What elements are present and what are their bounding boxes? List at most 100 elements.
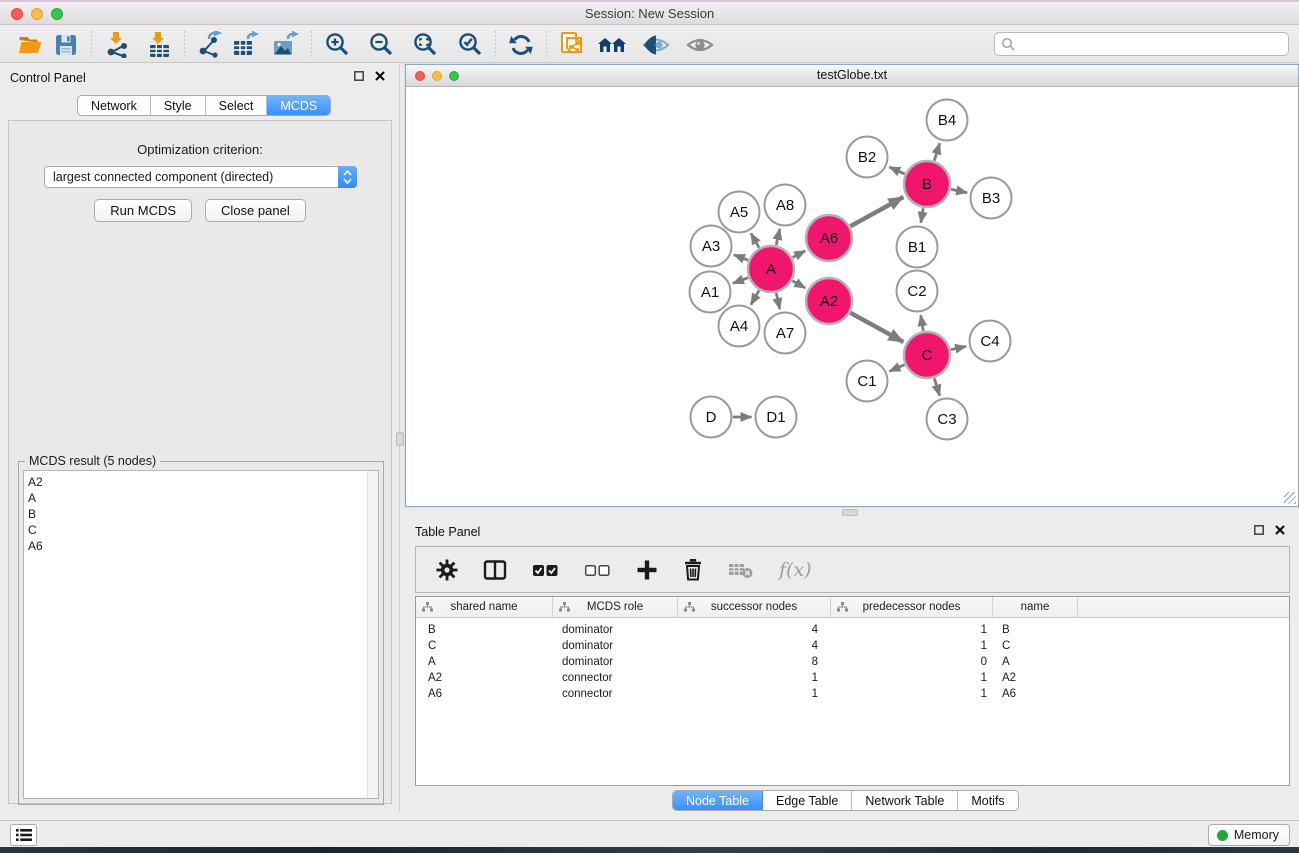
graph-edge[interactable] xyxy=(734,255,748,260)
float-panel-icon[interactable] xyxy=(1254,525,1264,535)
graph-node-D1[interactable]: D1 xyxy=(756,397,797,438)
search-input[interactable] xyxy=(1016,37,1282,51)
graph-node-C3[interactable]: C3 xyxy=(927,399,968,440)
open-session-button[interactable] xyxy=(12,29,48,61)
graph-edge[interactable] xyxy=(776,293,780,309)
table-cell[interactable]: 8 xyxy=(678,654,831,670)
graph-edge[interactable] xyxy=(792,281,805,288)
graph-edge[interactable] xyxy=(733,278,748,284)
table-cell[interactable]: A2 xyxy=(993,670,1078,686)
float-panel-icon[interactable] xyxy=(354,71,364,81)
show-all-button[interactable] xyxy=(682,29,718,61)
add-column-icon[interactable] xyxy=(636,559,658,581)
table-cell[interactable]: 4 xyxy=(678,638,831,654)
graph-node-B4[interactable]: B4 xyxy=(927,100,968,141)
column-header-predecessor-nodes[interactable]: predecessor nodes xyxy=(831,597,993,617)
table-cell[interactable]: A6 xyxy=(993,686,1078,702)
graph-node-A8[interactable]: A8 xyxy=(765,185,806,226)
graph-node-C2[interactable]: C2 xyxy=(897,271,938,312)
graph-node-C1[interactable]: C1 xyxy=(847,361,888,402)
tab-motifs[interactable]: Motifs xyxy=(958,791,1017,810)
table-cell[interactable]: A xyxy=(993,654,1078,670)
resize-grip[interactable] xyxy=(1284,492,1296,504)
vertical-split-handle[interactable] xyxy=(396,432,404,446)
import-table-button[interactable] xyxy=(141,29,177,61)
graph-edge[interactable] xyxy=(889,365,904,372)
graph-node-A1[interactable]: A1 xyxy=(690,272,731,313)
graph-edge[interactable] xyxy=(751,233,759,247)
function-builder-icon[interactable]: f(x) xyxy=(779,559,812,581)
graph-node-B3[interactable]: B3 xyxy=(971,178,1012,219)
graph-node-A5[interactable]: A5 xyxy=(719,192,760,233)
table-cell[interactable]: 1 xyxy=(831,622,993,638)
criterion-dropdown[interactable]: largest connected component (directed) xyxy=(44,166,357,188)
table-row[interactable]: Bdominator41B xyxy=(416,622,1289,638)
column-header-successor-nodes[interactable]: successor nodes xyxy=(678,597,831,617)
table-cell[interactable]: 1 xyxy=(831,686,993,702)
table-cell[interactable]: 1 xyxy=(678,670,831,686)
table-settings-gear-icon[interactable] xyxy=(436,559,458,581)
graph-edge[interactable] xyxy=(934,378,939,395)
table-cell[interactable]: dominator xyxy=(553,622,678,638)
mcds-result-list[interactable]: A2ABCA6 xyxy=(23,470,379,799)
table-row[interactable]: Cdominator41C xyxy=(416,638,1289,654)
table-cell[interactable]: 1 xyxy=(831,638,993,654)
table-cell[interactable]: 0 xyxy=(831,654,993,670)
graph-node-A[interactable]: A xyxy=(748,246,794,292)
hide-selected-button[interactable] xyxy=(638,29,674,61)
table-cell[interactable]: 4 xyxy=(678,622,831,638)
result-scrollbar[interactable] xyxy=(367,471,378,798)
graph-node-C4[interactable]: C4 xyxy=(970,321,1011,362)
table-cell[interactable]: B xyxy=(416,622,553,638)
close-panel-icon[interactable] xyxy=(1275,525,1285,535)
save-session-button[interactable] xyxy=(48,29,84,61)
first-neighbors-button[interactable] xyxy=(594,29,630,61)
graph-edge[interactable] xyxy=(951,346,966,349)
graph-node-B2[interactable]: B2 xyxy=(847,137,888,178)
graph-edge[interactable] xyxy=(921,315,923,331)
graph-edge[interactable] xyxy=(751,290,759,304)
graph-edge[interactable] xyxy=(793,251,806,258)
graph-node-C[interactable]: C xyxy=(904,332,950,378)
graph-node-A7[interactable]: A7 xyxy=(765,313,806,354)
export-network-button[interactable] xyxy=(192,29,228,61)
show-columns-icon[interactable] xyxy=(483,559,507,581)
zoom-fit-button[interactable] xyxy=(407,29,443,61)
tab-network[interactable]: Network xyxy=(78,96,151,115)
table-cell[interactable]: C xyxy=(416,638,553,654)
zoom-out-button[interactable] xyxy=(363,29,399,61)
table-cell[interactable]: 1 xyxy=(678,686,831,702)
select-all-checkboxes-icon[interactable] xyxy=(532,559,559,581)
network-window-titlebar[interactable]: testGlobe.txt xyxy=(406,65,1298,87)
graph-edge[interactable] xyxy=(889,167,904,174)
export-image-button[interactable] xyxy=(268,29,304,61)
graph-node-A4[interactable]: A4 xyxy=(719,306,760,347)
zoom-in-button[interactable] xyxy=(319,29,355,61)
tab-edge-table[interactable]: Edge Table xyxy=(763,791,852,810)
graph-edge[interactable] xyxy=(850,313,903,342)
refresh-layout-button[interactable] xyxy=(503,29,539,61)
graph-edge[interactable] xyxy=(951,189,967,193)
table-cell[interactable]: A6 xyxy=(416,686,553,702)
table-cell[interactable]: A2 xyxy=(416,670,553,686)
tab-node-table[interactable]: Node Table xyxy=(673,791,763,810)
result-list-item[interactable]: C xyxy=(24,522,378,538)
delete-table-icon[interactable] xyxy=(728,560,754,580)
result-list-item[interactable]: A xyxy=(24,490,378,506)
tab-network-table[interactable]: Network Table xyxy=(852,791,958,810)
close-panel-icon[interactable] xyxy=(375,71,385,81)
clone-network-button[interactable] xyxy=(554,29,590,61)
graph-node-A2[interactable]: A2 xyxy=(806,278,852,324)
result-list-item[interactable]: B xyxy=(24,506,378,522)
graph-node-D[interactable]: D xyxy=(691,397,732,438)
memory-button[interactable]: Memory xyxy=(1208,824,1290,846)
graph-edge[interactable] xyxy=(776,229,780,245)
result-list-item[interactable]: A6 xyxy=(24,538,378,554)
table-cell[interactable]: 1 xyxy=(831,670,993,686)
column-header-shared-name[interactable]: shared name xyxy=(416,597,553,617)
table-cell[interactable]: A xyxy=(416,654,553,670)
zoom-selected-button[interactable] xyxy=(452,29,488,61)
horizontal-split-handle[interactable] xyxy=(842,509,858,516)
graph-edge[interactable] xyxy=(850,197,903,226)
table-cell[interactable]: C xyxy=(993,638,1078,654)
